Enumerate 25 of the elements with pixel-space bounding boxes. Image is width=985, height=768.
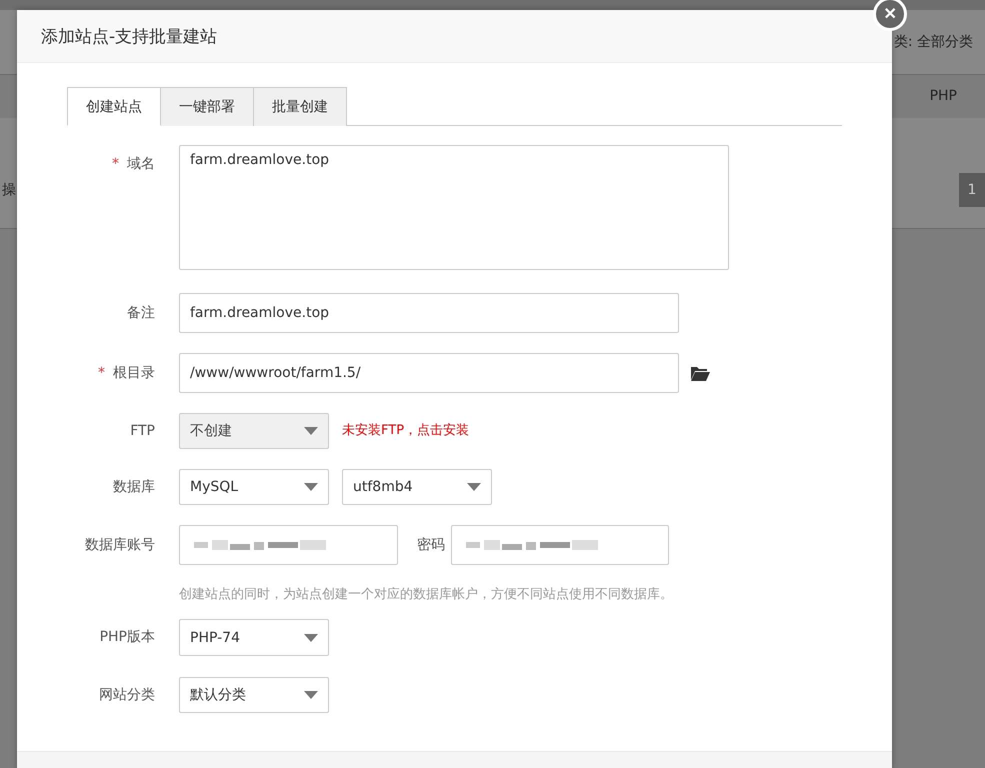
dialog-title: 添加站点-支持批量建站: [41, 26, 218, 48]
page-text: 操: [2, 181, 16, 199]
field-label: 备注: [126, 304, 155, 323]
dropdown[interactable]: MySQL: [179, 469, 329, 505]
column-header: PHP: [930, 88, 957, 104]
domain-field[interactable]: farm.dreamlove.top: [179, 145, 729, 270]
dropdown[interactable]: PHP-74: [179, 619, 329, 656]
tab[interactable]: 创建站点: [67, 87, 161, 126]
field-label: 数据库账号: [84, 536, 155, 555]
dropdown[interactable]: utf8mb4: [342, 469, 492, 505]
hint-text: 创建站点的同时，为站点创建一个对应的数据库帐户，方便不同站点使用不同数据库。: [179, 586, 674, 603]
remark-field[interactable]: farm.dreamlove.top: [179, 293, 679, 333]
dropdown[interactable]: 默认分类: [179, 677, 329, 713]
tab[interactable]: 批量创建: [254, 87, 347, 126]
root-directory-field[interactable]: /www/wwwroot/farm1.5/: [179, 353, 679, 393]
field-label: 数据库: [112, 478, 155, 497]
field-label: 密码: [417, 536, 445, 555]
category-filter: 类: 全部分类: [894, 33, 973, 51]
field-label: * 域名: [111, 155, 155, 174]
tab[interactable]: 一键部署: [161, 87, 254, 126]
pager-button[interactable]: 1: [959, 173, 985, 207]
field-label: 网站分类: [98, 686, 155, 705]
field-label: PHP版本: [98, 628, 155, 647]
field-label: * 根目录: [97, 364, 155, 383]
field-label: FTP: [129, 422, 155, 441]
